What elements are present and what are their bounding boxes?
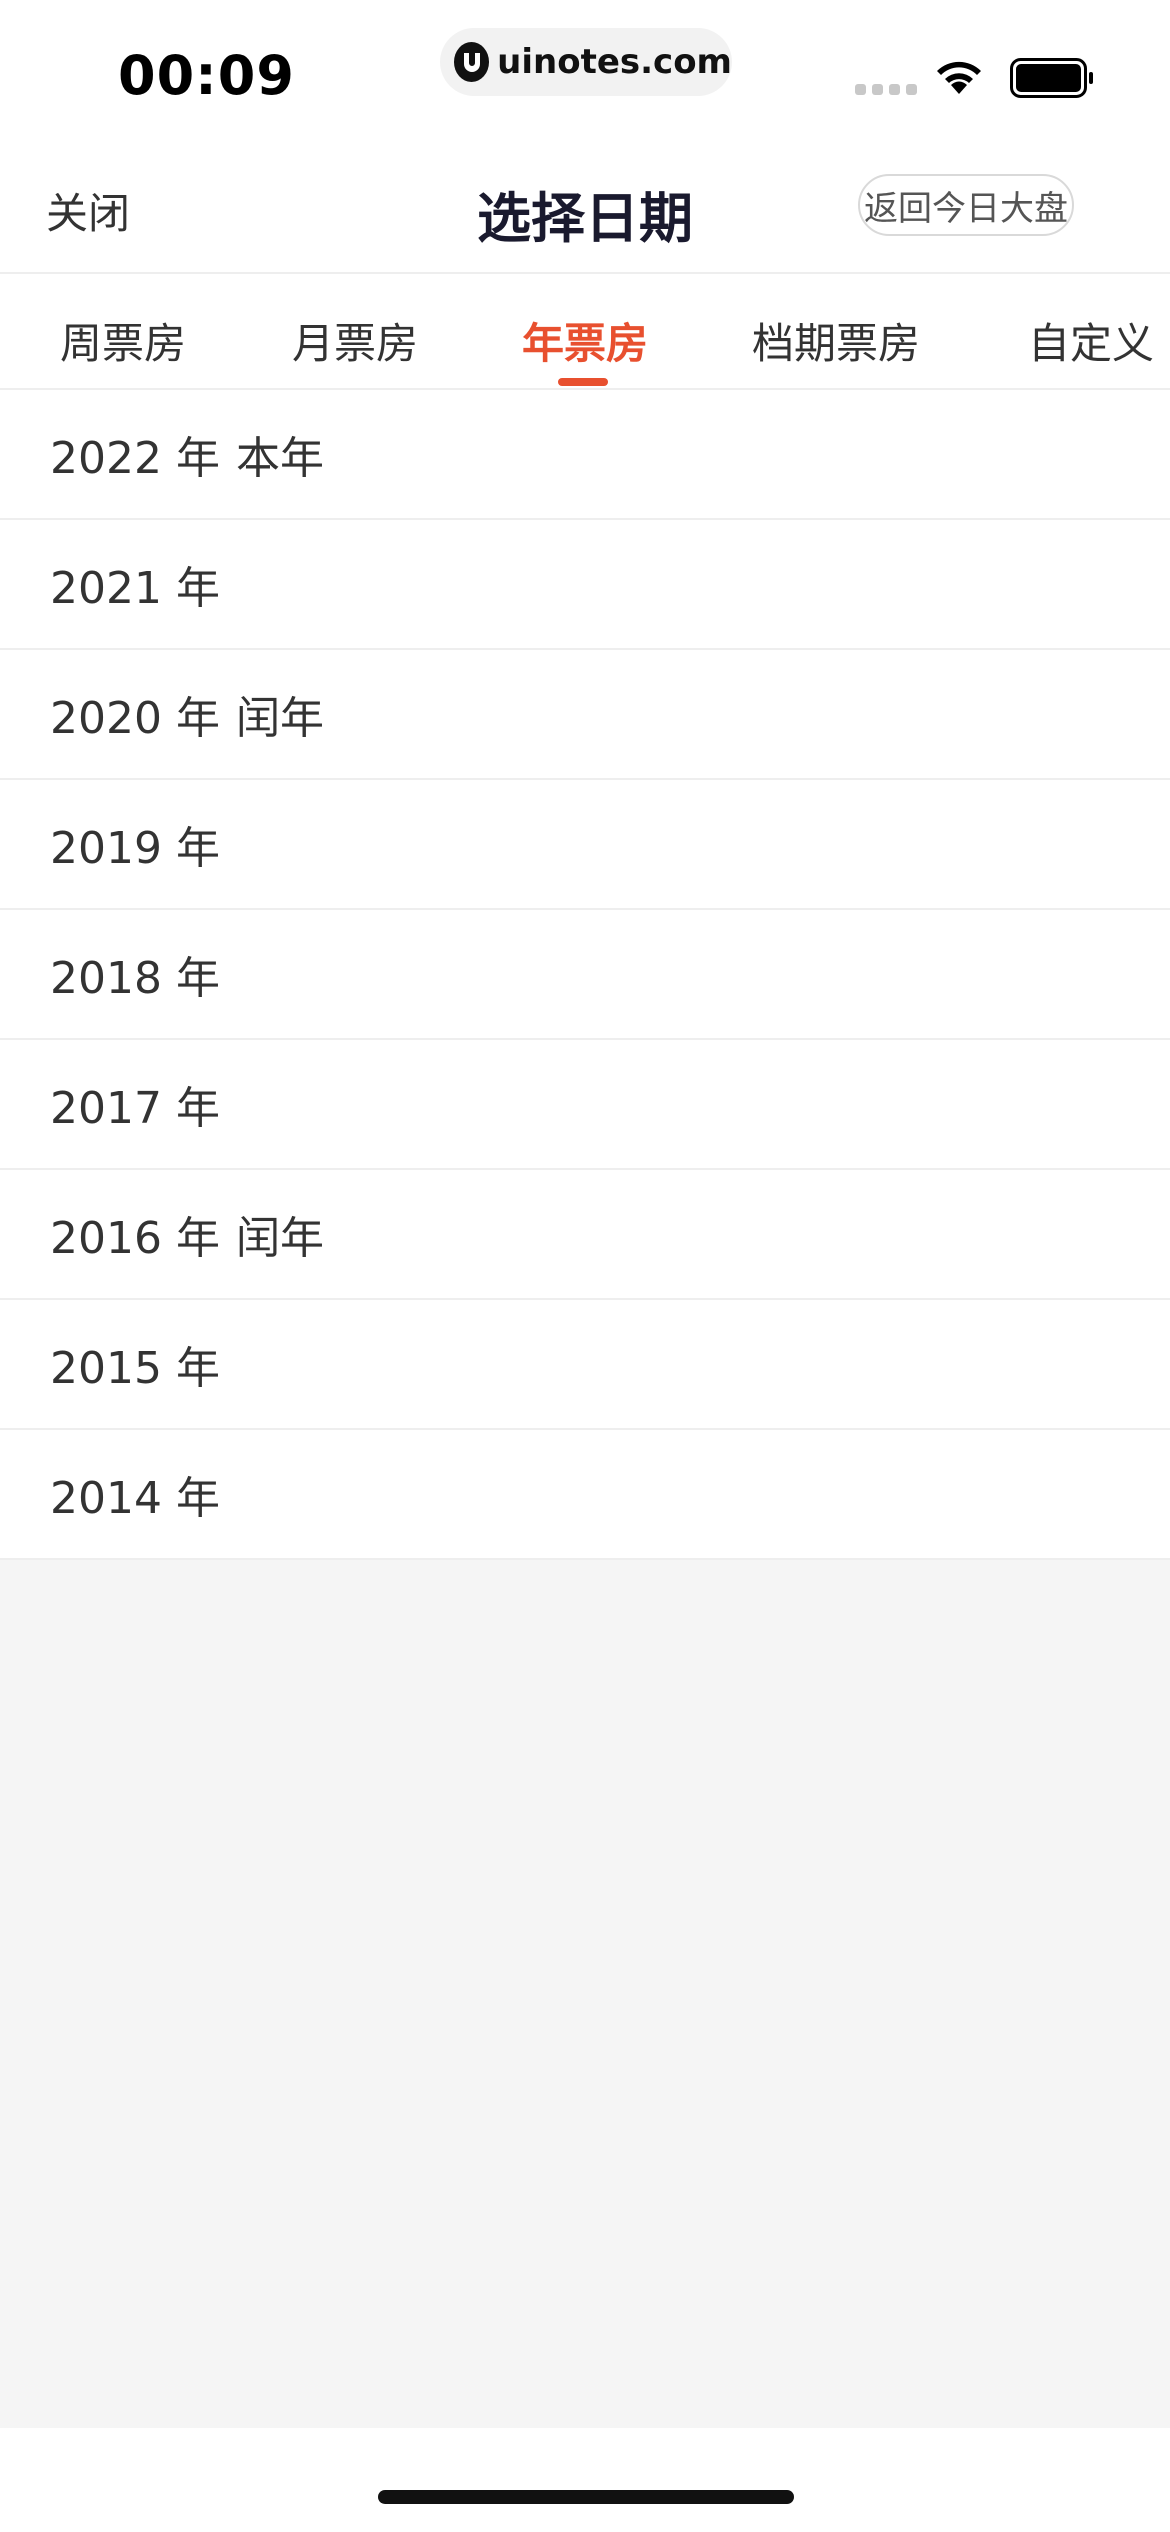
- tab-custom[interactable]: 自定义: [1028, 310, 1154, 371]
- year-item-2015[interactable]: 2015 年: [0, 1300, 1170, 1430]
- year-label: 2021 年: [50, 563, 220, 614]
- year-item-2016[interactable]: 2016 年 闰年: [0, 1170, 1170, 1300]
- year-label: 2017 年: [50, 1083, 220, 1134]
- battery-icon: [1010, 58, 1094, 102]
- status-time: 00:09: [118, 44, 295, 107]
- home-indicator: [378, 2490, 794, 2504]
- year-label: 2019 年: [50, 823, 220, 874]
- year-item-2020[interactable]: 2020 年 闰年: [0, 650, 1170, 780]
- tab-monthly[interactable]: 月票房: [292, 310, 418, 371]
- year-label: 2020 年: [50, 693, 220, 744]
- navigation-bar: 选择日期 关闭 返回今日大盘: [0, 140, 1170, 274]
- url-pill: uinotes.com: [440, 28, 732, 96]
- year-label: 2018 年: [50, 953, 220, 1004]
- wifi-icon: [932, 56, 986, 100]
- year-tag: 闰年: [235, 1213, 324, 1264]
- year-tag: 本年: [235, 433, 324, 484]
- year-tag: 闰年: [235, 693, 324, 744]
- url-text: uinotes.com: [497, 42, 732, 82]
- year-item-2021[interactable]: 2021 年: [0, 520, 1170, 650]
- year-item-2019[interactable]: 2019 年: [0, 780, 1170, 910]
- tab-bar: 周票房 月票房 年票房 档期票房 自定义: [0, 274, 1170, 390]
- tab-yearly[interactable]: 年票房: [522, 310, 648, 371]
- year-label: 2022 年: [50, 433, 220, 484]
- status-bar: 00:09 uinotes.com: [0, 0, 1170, 140]
- bottom-safe-area: [0, 2428, 1170, 2532]
- year-item-2014[interactable]: 2014 年: [0, 1430, 1170, 1560]
- uinotes-logo-icon: [454, 42, 490, 82]
- tab-weekly[interactable]: 周票房: [60, 310, 186, 371]
- screen: 00:09 uinotes.com 选择日期 关闭 返回今日大盘 周票房 月票房…: [0, 0, 1170, 2532]
- year-item-2018[interactable]: 2018 年: [0, 910, 1170, 1040]
- tab-season[interactable]: 档期票房: [752, 310, 920, 371]
- close-button[interactable]: 关闭: [46, 180, 130, 241]
- year-label: 2014 年: [50, 1473, 220, 1524]
- year-item-2017[interactable]: 2017 年: [0, 1040, 1170, 1170]
- year-label: 2015 年: [50, 1343, 220, 1394]
- return-today-button[interactable]: 返回今日大盘: [858, 174, 1074, 236]
- cellular-signal-icon: [855, 84, 917, 95]
- year-item-2022[interactable]: 2022 年 本年: [0, 390, 1170, 520]
- active-tab-indicator: [558, 378, 608, 386]
- year-label: 2016 年: [50, 1213, 220, 1264]
- year-list: 2022 年 本年 2021 年 2020 年 闰年 2019 年 2018 年…: [0, 390, 1170, 1560]
